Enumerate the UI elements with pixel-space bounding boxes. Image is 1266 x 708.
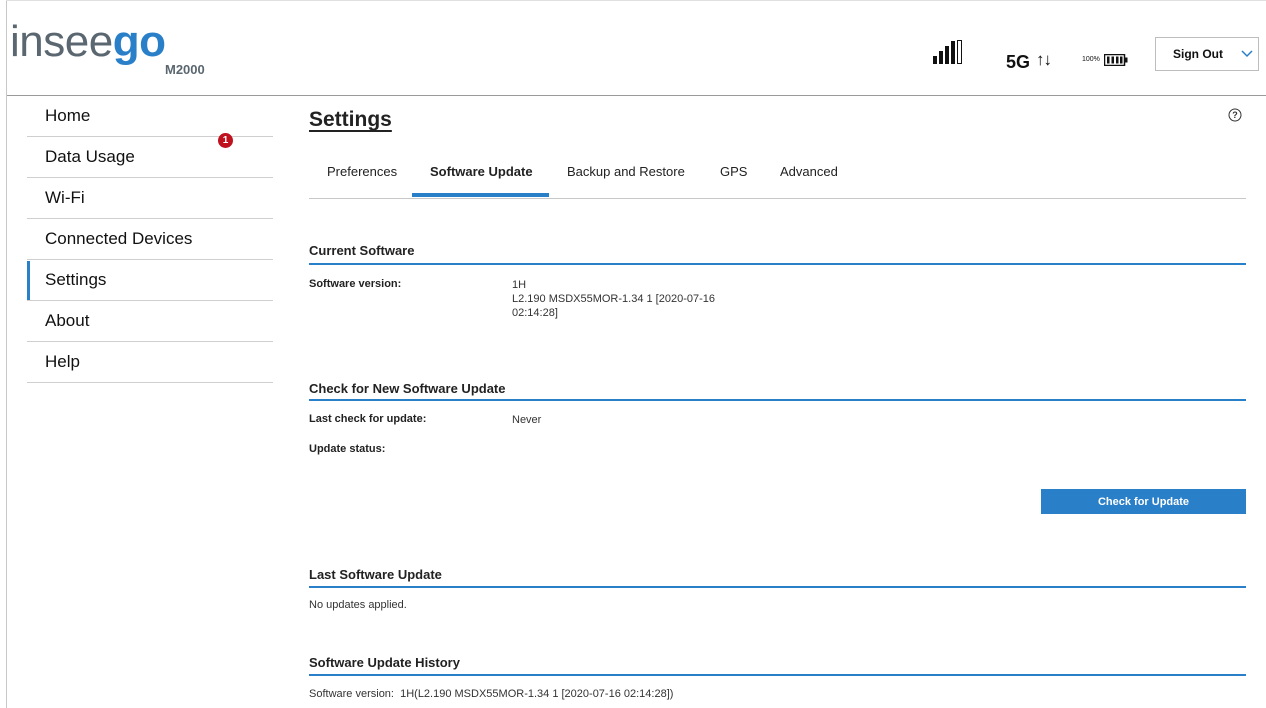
chevron-down-icon [1241,50,1253,58]
sidebar-item-data-usage[interactable]: Data Usage [27,137,273,178]
connected-devices-badge: 1 [218,133,233,148]
frame-border-top [6,0,1266,1]
software-version-value: 1H L2.190 MSDX55MOR-1.34 1 [2020-07-16 0… [512,278,727,320]
sidebar-item-label: Wi-Fi [45,188,85,207]
sidebar-item-about[interactable]: About [27,301,273,342]
section-title-check-update: Check for New Software Update [309,381,506,396]
sidebar-nav: Home Data Usage Wi-Fi Connected Devices … [27,96,273,383]
frame-border [6,0,7,708]
software-version-line2: L2.190 MSDX55MOR-1.34 1 [2020-07-16 02:1… [512,293,716,319]
tab-gps[interactable]: GPS [720,164,747,197]
sidebar-item-label: Settings [45,270,107,289]
sidebar-item-label: Help [45,352,80,371]
last-update-text: No updates applied. [309,599,407,611]
sidebar-item-label: Connected Devices [45,229,193,248]
last-check-value: Never [512,414,542,426]
section-divider [309,674,1246,676]
software-version-label: Software version: [309,278,402,290]
page-title: Settings [309,108,392,131]
battery-icon [1104,54,1128,66]
data-activity-icon: ↑↓ [1036,50,1052,69]
sign-out-dropdown[interactable]: Sign Out [1155,37,1259,71]
last-check-label: Last check for update: [309,413,427,425]
signal-strength-icon [933,40,962,64]
sidebar-item-help[interactable]: Help [27,342,273,383]
active-tab-indicator [412,193,549,197]
section-divider [309,263,1246,265]
update-history-text: Software version: 1H(L2.190 MSDX55MOR-1.… [309,688,674,700]
logo-text-light: insee [10,17,113,66]
sidebar-item-label: Home [45,106,91,125]
svg-text:?: ? [1232,110,1238,120]
section-title-update-history: Software Update History [309,655,460,670]
inseego-logo[interactable]: inseego [10,17,166,66]
sidebar-item-connected-devices[interactable]: Connected Devices [27,219,273,260]
network-type: 5G [1006,52,1031,72]
section-divider [309,586,1246,588]
logo-text-bold: go [112,17,166,66]
sidebar-item-home[interactable]: Home [27,96,273,137]
battery-percent: 100% [1082,56,1100,63]
sidebar-item-label: Data Usage [45,147,135,166]
tab-preferences[interactable]: Preferences [327,164,397,197]
update-status-label: Update status: [309,443,386,455]
sidebar-item-settings[interactable]: Settings [27,260,273,301]
model-name: M2000 [165,62,205,77]
tab-backup-and-restore[interactable]: Backup and Restore [567,164,685,197]
help-icon[interactable]: ? [1228,108,1242,122]
tab-advanced[interactable]: Advanced [780,164,838,197]
sign-out-label: Sign Out [1173,47,1223,61]
check-for-update-button[interactable]: Check for Update [1041,489,1246,514]
sidebar-item-wifi[interactable]: Wi-Fi [27,178,273,219]
section-title-current-software: Current Software [309,243,415,258]
software-version-line1: 1H [512,279,527,291]
settings-tabs: Preferences Software Update Backup and R… [309,150,1246,199]
sidebar-item-label: About [45,311,90,330]
section-title-last-update: Last Software Update [309,567,442,582]
section-divider [309,399,1246,401]
